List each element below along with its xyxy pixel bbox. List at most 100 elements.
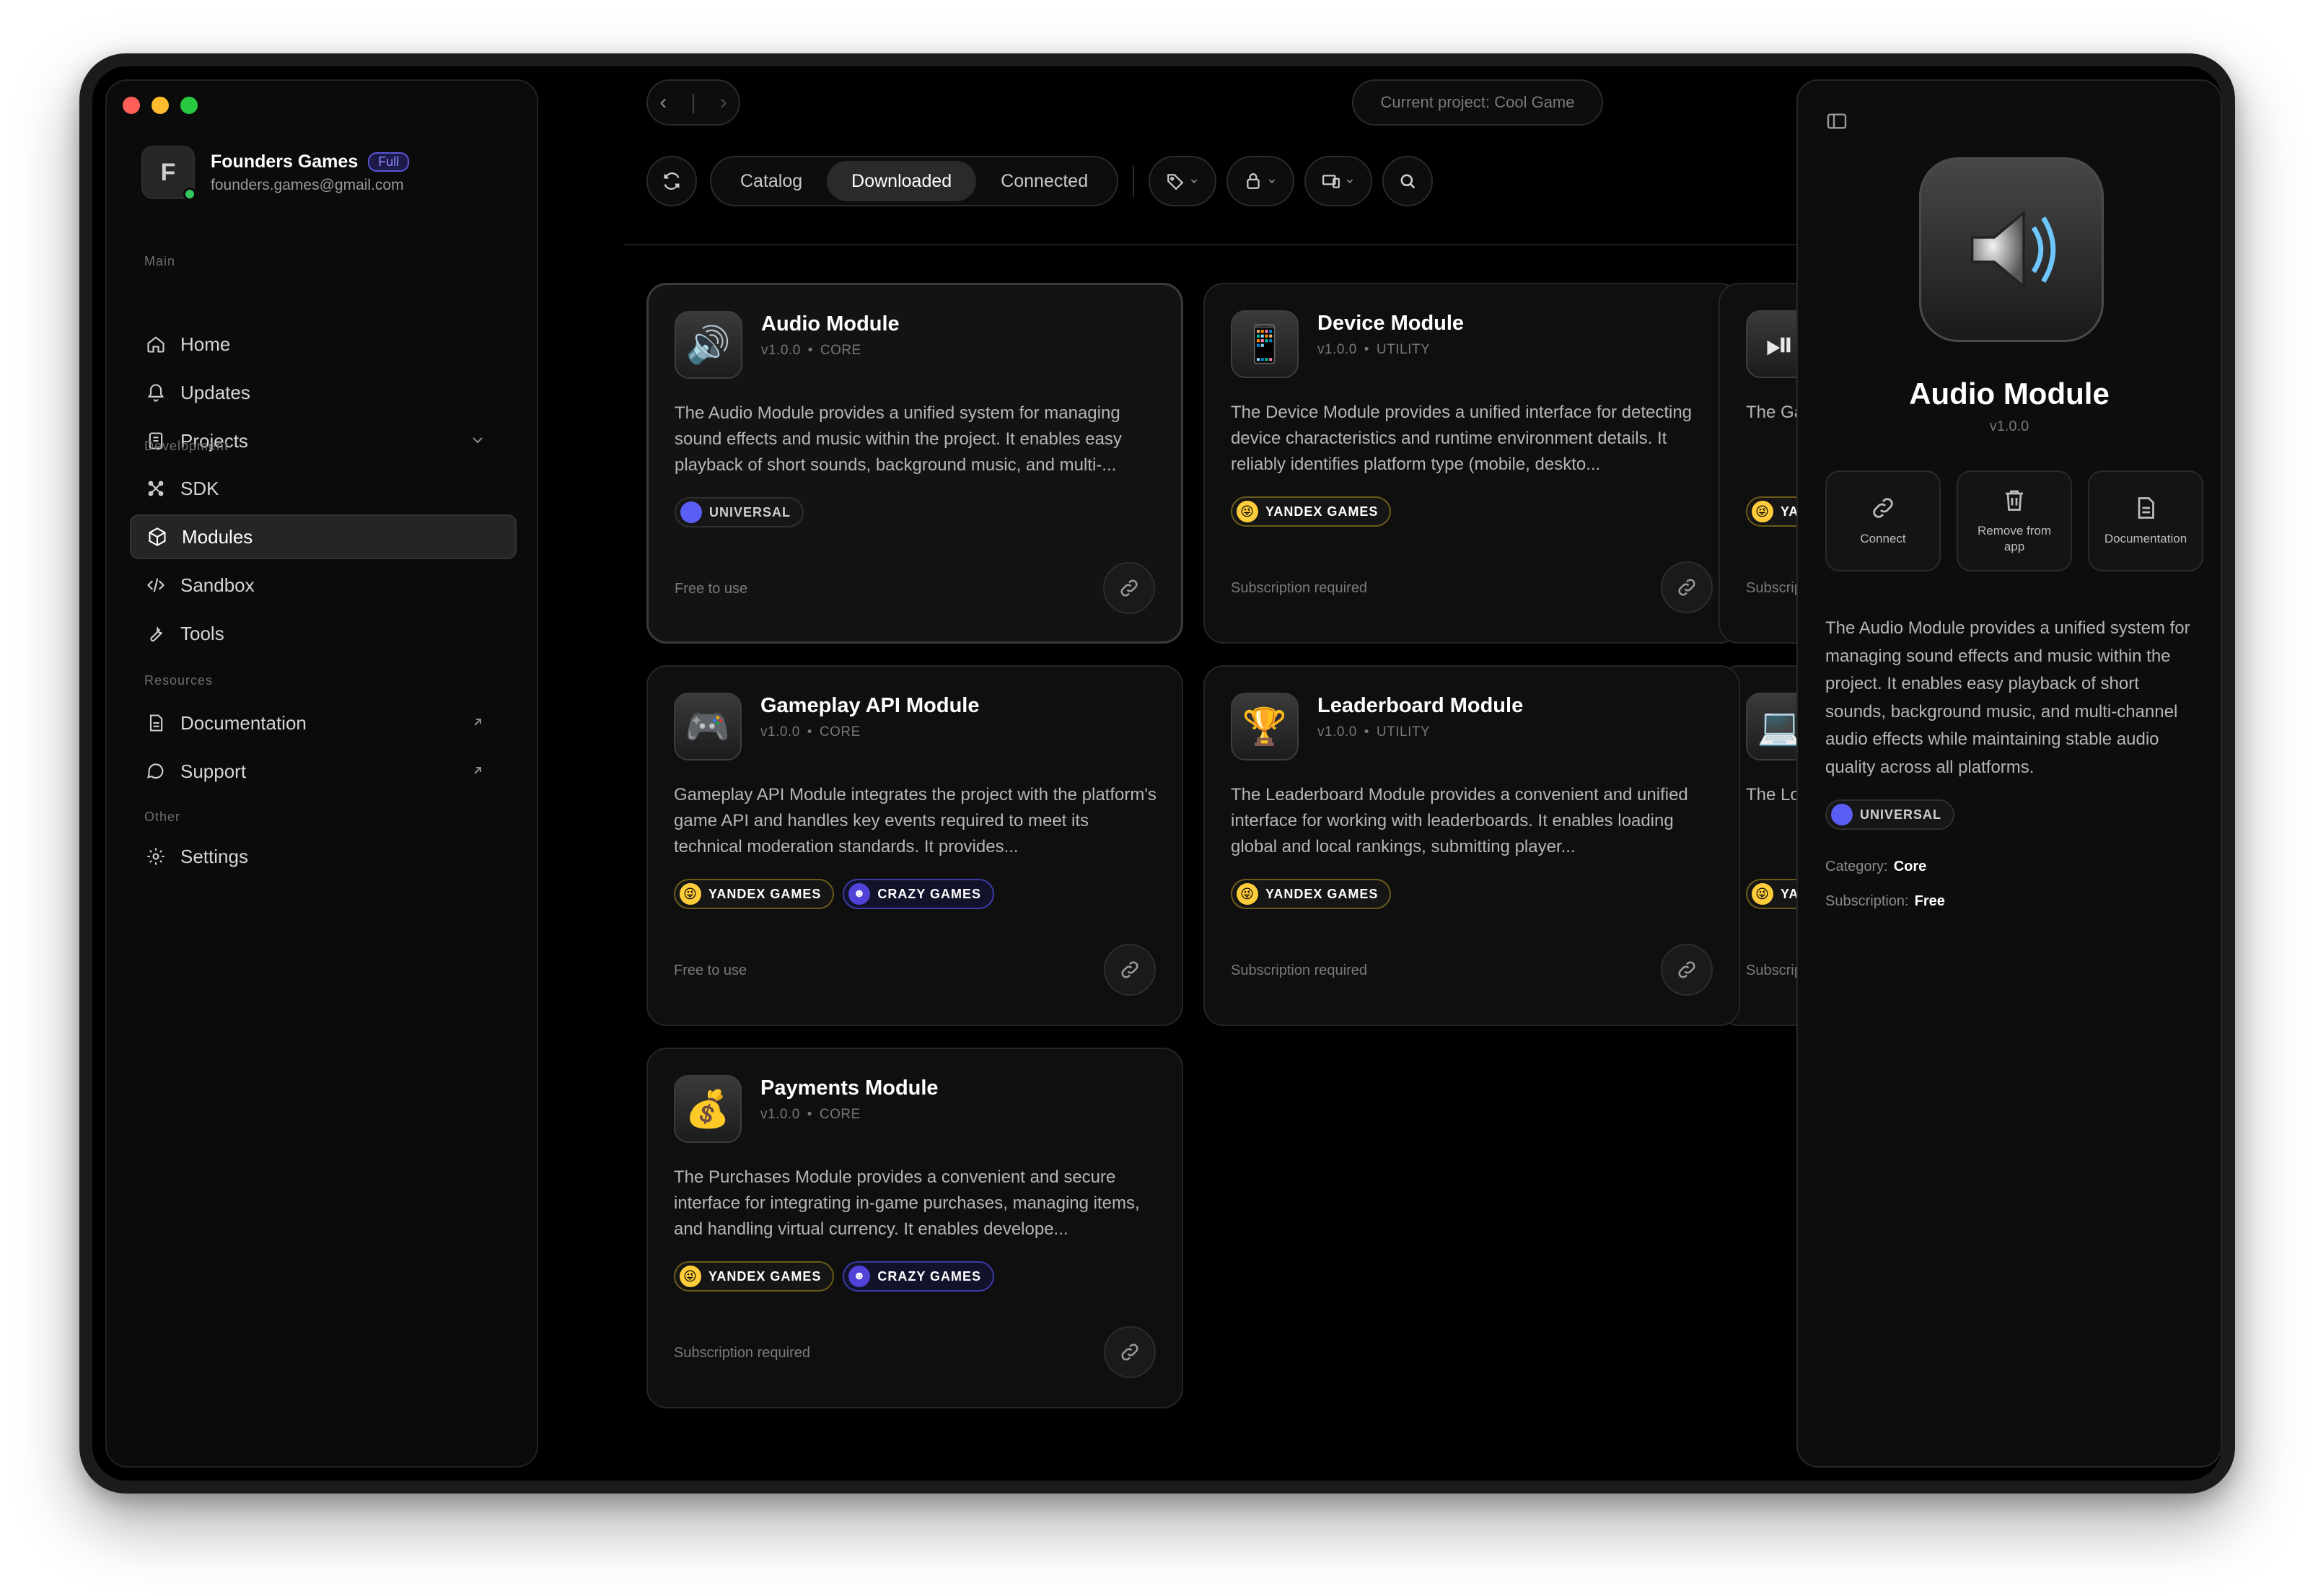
badge-yandex-games: 😜 YANDEX GAMES <box>1231 879 1392 909</box>
account-name: Founders Games <box>211 151 359 172</box>
sidebar: F Founders Games Full founders.games@gma… <box>105 79 538 1468</box>
avatar: F <box>141 146 196 201</box>
card-title: Audio Module <box>761 312 900 336</box>
toolbar: Catalog Downloaded Connected <box>646 156 1434 206</box>
section-label-other: Other <box>144 810 181 824</box>
wrench-icon <box>150 626 162 642</box>
sidebar-item-home[interactable]: Home <box>130 322 517 367</box>
card-title: Gameplay API Module <box>760 694 980 717</box>
account-email: founders.games@gmail.com <box>211 176 404 193</box>
tag-filter-button[interactable] <box>1149 156 1217 206</box>
chevron-down-icon <box>1268 179 1276 183</box>
current-project-selector[interactable]: Current project: Cool Game <box>1352 79 1603 126</box>
connect-link-button[interactable] <box>1661 561 1713 613</box>
connect-link-button[interactable] <box>1103 562 1155 614</box>
sidebar-item-sdk[interactable]: SDK <box>130 466 517 511</box>
sidebar-item-updates[interactable]: Updates <box>130 370 517 415</box>
devices-icon <box>1322 175 1340 188</box>
crazy-games-icon: ☻ <box>848 1266 871 1287</box>
account-header[interactable]: F Founders Games Full founders.games@gma… <box>141 146 410 201</box>
yandex-games-icon: 😜 <box>1237 883 1258 905</box>
detail-subscription: Subscription: Free <box>1825 893 1945 909</box>
app-window: F Founders Games Full founders.games@gma… <box>92 66 2222 1481</box>
card-meta: v1.0.0 • UTILITY <box>1317 724 1431 740</box>
sidebar-item-label: Modules <box>182 525 253 548</box>
sidebar-item-settings[interactable]: Settings <box>130 834 517 879</box>
plan-badge: Full <box>368 152 410 172</box>
card-description: The Leaderboard Module provides a conven… <box>1231 785 1688 856</box>
card-meta: v1.0.0 • UTILITY <box>1317 342 1431 357</box>
module-card-leaderboard[interactable]: 🏆 Leaderboard Module v1.0.0 • UTILITY The … <box>1203 665 1740 1026</box>
detail-description: The Audio Module provides a unified syst… <box>1825 618 2190 777</box>
back-button[interactable]: ‹ <box>659 90 667 115</box>
card-title: Payments Module <box>760 1077 939 1100</box>
card-pricing: Subscription required <box>1231 580 1367 596</box>
documentation-button[interactable]: Documentation <box>2088 470 2203 571</box>
sidebar-item-label: Support <box>180 760 247 782</box>
badge-universal: UNIVERSAL <box>675 497 804 527</box>
link-icon <box>1678 961 1695 978</box>
sidebar-item-modules[interactable]: Modules <box>130 514 517 559</box>
sidebar-item-documentation[interactable]: Documentation <box>130 701 517 745</box>
action-label: Documentation <box>2104 532 2187 545</box>
detail-version: v1.0.0 <box>1989 418 2029 434</box>
connect-link-button[interactable] <box>1661 944 1713 996</box>
remove-from-app-button[interactable]: Remove from app <box>1957 470 2072 571</box>
sidebar-item-support[interactable]: Support <box>130 749 517 794</box>
sidebar-item-label: Updates <box>180 381 250 403</box>
minimize-window-button[interactable] <box>152 97 169 114</box>
access-filter-button[interactable] <box>1226 156 1295 206</box>
refresh-button[interactable] <box>646 156 697 206</box>
card-meta: v1.0.0 • CORE <box>760 1107 861 1122</box>
connect-link-button[interactable] <box>1104 1326 1156 1378</box>
link-icon <box>1678 579 1695 596</box>
bell-icon <box>147 384 164 402</box>
avatar-initial: F <box>160 158 176 186</box>
trophy-icon: 🏆 <box>1231 693 1299 760</box>
card-pricing: Free to use <box>675 581 748 597</box>
tab-downloaded[interactable]: Downloaded <box>827 161 977 201</box>
close-window-button[interactable] <box>123 97 140 114</box>
sidebar-item-sandbox[interactable]: Sandbox <box>130 563 517 608</box>
tab-connected[interactable]: Connected <box>976 161 1112 201</box>
code-icon <box>147 578 164 592</box>
platform-badges: 😜 YANDEX GAMES <box>1231 879 1392 909</box>
card-description: The Device Module provides a unified int… <box>1231 403 1693 474</box>
cube-icon <box>149 527 166 546</box>
toolbar-separator <box>623 244 1864 245</box>
card-title: Device Module <box>1317 312 1465 335</box>
tab-catalog[interactable]: Catalog <box>716 161 827 201</box>
module-card-audio[interactable]: 🔊 Audio Module v1.0.0 • CORE The Audio Mod… <box>646 283 1183 644</box>
module-card-payments[interactable]: 💰 Payments Module v1.0.0 • CORE The Purcha… <box>646 1048 1183 1408</box>
search-button[interactable] <box>1382 156 1434 206</box>
platform-filter-button[interactable] <box>1304 156 1373 206</box>
platform-badges: 😜 YANDEX GAMES ☻ CRAZY GAMES <box>674 879 995 909</box>
chevron-down-icon[interactable] <box>469 431 486 449</box>
sidebar-item-tools[interactable]: Tools <box>130 611 517 656</box>
link-icon <box>1121 1343 1138 1361</box>
badge-universal: UNIVERSAL <box>1825 799 1955 830</box>
module-card-device[interactable]: 📱 Device Module v1.0.0 • UTILITY The Devic… <box>1203 283 1740 644</box>
external-link-icon <box>474 719 481 726</box>
money-bag-icon: 💰 <box>674 1075 742 1143</box>
sidebar-toggle-icon[interactable] <box>1825 110 1848 133</box>
lock-icon <box>1247 173 1260 189</box>
connect-button[interactable]: Connect <box>1825 470 1941 571</box>
chevron-down-icon <box>1346 179 1353 183</box>
yandex-games-icon: 😜 <box>680 1266 701 1287</box>
yandex-games-icon: 😜 <box>1752 883 1773 905</box>
yandex-games-icon: 😜 <box>680 883 701 905</box>
connect-link-button[interactable] <box>1104 944 1156 996</box>
section-label-resources: Resources <box>144 673 214 688</box>
zoom-window-button[interactable] <box>180 97 198 114</box>
forward-button[interactable]: › <box>720 90 727 115</box>
toolbar-divider <box>1133 165 1135 197</box>
module-card-gameplay-api[interactable]: 🎮 Gameplay API Module v1.0.0 • CORE Gamepl… <box>646 665 1183 1026</box>
online-status-indicator <box>183 188 196 201</box>
link-icon <box>1121 961 1138 978</box>
detail-platform-badges: UNIVERSAL <box>1825 799 1955 830</box>
badge-yandex-games: 😜 YANDEX GAMES <box>674 1261 835 1292</box>
card-pricing: Subscription required <box>674 1345 810 1361</box>
section-label-main: Main <box>144 254 176 268</box>
history-nav: ‹ | › <box>646 79 740 126</box>
